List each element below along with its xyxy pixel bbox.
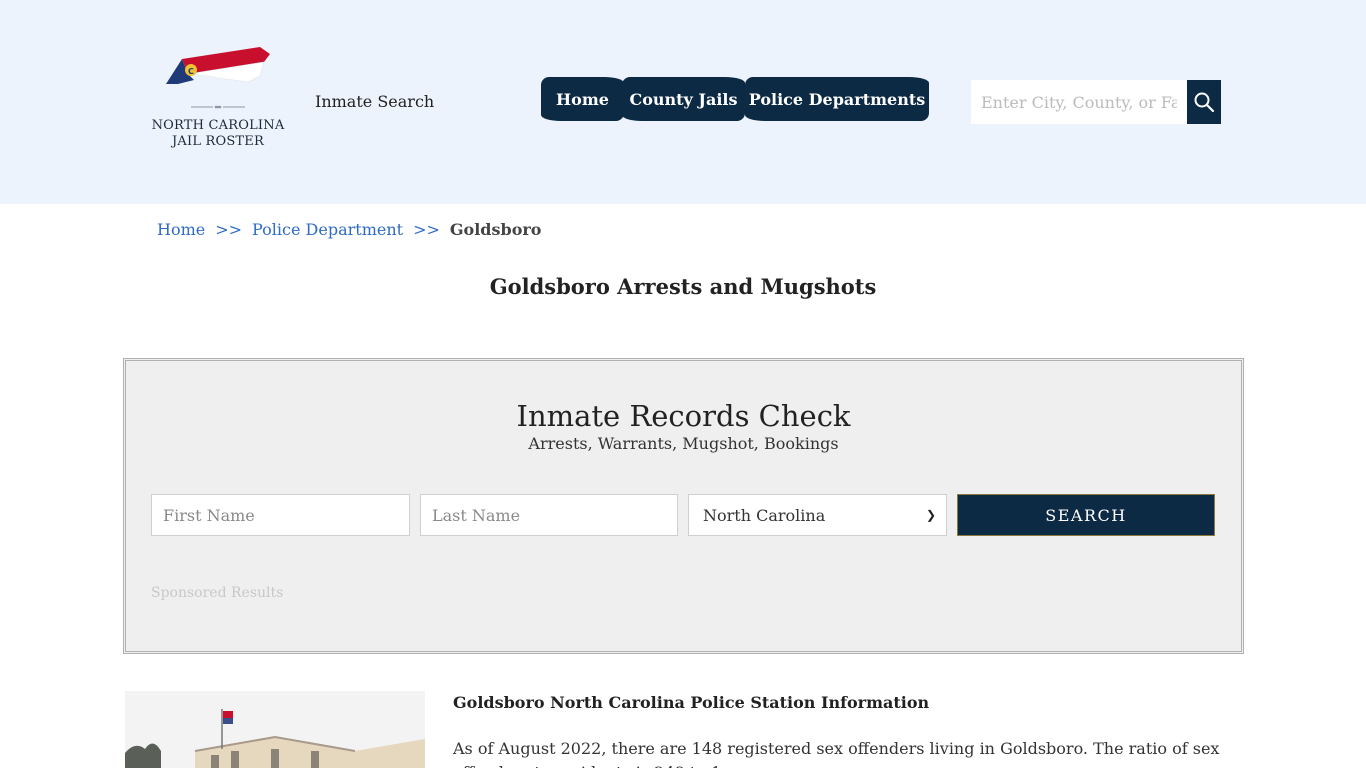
nav-county-jails[interactable]: County Jails	[622, 77, 745, 121]
logo-line-2: JAIL ROSTER	[171, 134, 264, 149]
magnifier-icon	[1194, 92, 1215, 113]
breadcrumb: Home >> Police Department >> Goldsboro	[157, 220, 541, 239]
logo-line-1: NORTH CAROLINA	[151, 118, 285, 133]
first-name-input[interactable]	[151, 494, 410, 536]
site-header: C NORTH CAROLINA JAIL ROSTER Inmate Sear…	[0, 0, 1366, 204]
location-search-input[interactable]	[971, 80, 1187, 124]
police-station-photo	[125, 691, 425, 768]
inmate-search-link[interactable]: Inmate Search	[315, 92, 434, 111]
site-logo[interactable]: C NORTH CAROLINA JAIL ROSTER	[148, 44, 288, 154]
info-heading: Goldsboro North Carolina Police Station …	[453, 693, 930, 712]
info-paragraph: As of August 2022, there are 148 registe…	[453, 739, 1220, 768]
nav-police-departments[interactable]: Police Departments	[745, 77, 929, 121]
last-name-input[interactable]	[420, 494, 678, 536]
nc-state-map-icon: C	[166, 47, 270, 109]
nav-home[interactable]: Home	[541, 77, 624, 121]
breadcrumb-home[interactable]: Home	[157, 220, 205, 239]
logo-text: NORTH CAROLINA JAIL ROSTER	[148, 118, 288, 150]
svg-text:C: C	[188, 67, 194, 76]
search-submit-button[interactable]	[1187, 80, 1221, 124]
chevron-down-icon: ❯	[925, 508, 936, 522]
records-subtitle: Arrests, Warrants, Mugshot, Bookings	[528, 434, 839, 453]
search-button[interactable]: SEARCH	[957, 494, 1215, 536]
state-select[interactable]: North Carolina ❯	[688, 494, 947, 536]
sponsored-results-label: Sponsored Results	[151, 585, 284, 601]
state-select-value: North Carolina	[703, 505, 826, 525]
inmate-records-panel: Inmate Records Check Arrests, Warrants, …	[123, 358, 1244, 654]
records-title: Inmate Records Check	[516, 399, 851, 433]
breadcrumb-police-department[interactable]: Police Department	[252, 220, 403, 239]
breadcrumb-separator: >>	[413, 220, 440, 239]
breadcrumb-current: Goldsboro	[449, 220, 542, 239]
breadcrumb-separator: >>	[215, 220, 243, 239]
page-title: Goldsboro Arrests and Mugshots	[489, 274, 877, 299]
